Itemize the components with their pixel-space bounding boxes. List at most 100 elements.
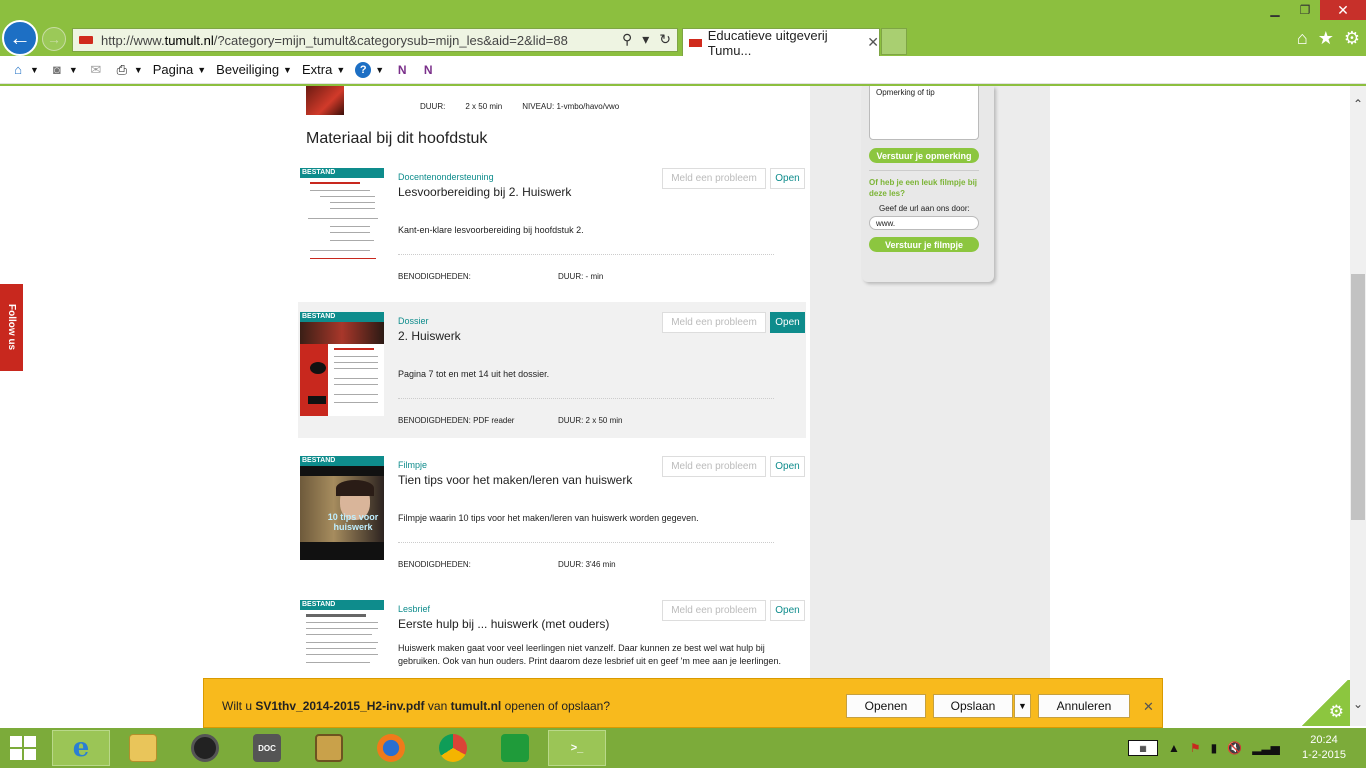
item-type: Filmpje xyxy=(398,460,428,470)
file-explorer-icon xyxy=(129,734,157,762)
material-item: BESTAND Lesbrief Eerste hulp bij ... hui… xyxy=(298,590,806,678)
browser-tab-active[interactable]: Educatieve uitgeverij Tumu... ✕ xyxy=(682,28,880,58)
taskbar-doc-app[interactable]: DOC xyxy=(238,730,296,766)
report-problem-button[interactable]: Meld een probleem xyxy=(662,600,766,621)
action-center-flag-icon[interactable]: ⚑ xyxy=(1190,741,1201,755)
item-title[interactable]: Eerste hulp bij ... huiswerk (met ouders… xyxy=(398,617,609,631)
item-description: Pagina 7 tot en met 14 uit het dossier. xyxy=(398,369,550,379)
previous-item-duration: 2 x 50 min xyxy=(465,102,503,111)
bestand-badge: BESTAND xyxy=(300,600,384,610)
help-command[interactable]: ? ▼ xyxy=(355,61,384,78)
dropdown-icon[interactable]: ▾ xyxy=(642,31,649,48)
back-button[interactable]: ← xyxy=(2,20,38,56)
address-row: ← → http://www. tumult.nl/?category=mijn_… xyxy=(0,0,1366,58)
security-menu[interactable]: Beveiliging ▼ xyxy=(216,62,292,77)
keyboard-icon[interactable]: ▦ xyxy=(1128,740,1158,756)
page-menu[interactable]: Pagina ▼ xyxy=(153,62,206,77)
search-icon[interactable]: ⚲ xyxy=(622,31,632,48)
item-thumbnail[interactable]: BESTAND xyxy=(300,168,384,272)
vertical-scrollbar[interactable]: ⌃ ⌄ xyxy=(1350,86,1366,726)
onenote-linked-command[interactable]: N xyxy=(420,62,436,78)
item-title[interactable]: Lesvoorbereiding bij 2. Huiswerk xyxy=(398,185,571,199)
feeds-command[interactable]: ◙ ▼ xyxy=(49,62,78,78)
item-type: Dossier xyxy=(398,316,429,326)
close-window-button[interactable]: ✕ xyxy=(1320,0,1366,20)
taskbar-media-app[interactable] xyxy=(300,730,358,766)
address-bar[interactable]: http://www. tumult.nl/?category=mijn_tumu… xyxy=(72,28,678,52)
item-title[interactable]: Tien tips voor het maken/leren van huisw… xyxy=(398,473,632,487)
battery-icon[interactable]: ▮ xyxy=(1211,741,1218,755)
onenote-icon: N xyxy=(397,62,407,77)
download-notification-bar: Wilt u SV1thv_2014-2015_H2-inv.pdf van t… xyxy=(203,678,1163,728)
item-description: Filmpje waarin 10 tips voor het maken/le… xyxy=(398,513,699,523)
item-duration: DUUR: 2 x 50 min xyxy=(558,416,623,425)
report-problem-button[interactable]: Meld een probleem xyxy=(662,456,766,477)
close-notification-icon[interactable]: ✕ xyxy=(1143,699,1154,715)
video-url-input[interactable]: www. xyxy=(869,216,979,230)
item-description: Kant-en-klare lesvoorbereiding bij hoofd… xyxy=(398,225,584,235)
dossier-preview xyxy=(300,322,384,416)
extra-menu[interactable]: Extra ▼ xyxy=(302,62,345,77)
terminal-icon: >_ xyxy=(570,742,584,754)
item-title[interactable]: 2. Huiswerk xyxy=(398,329,461,343)
taskbar-store[interactable] xyxy=(486,730,544,766)
item-requirements: BENODIGDHEDEN: PDF reader xyxy=(398,416,515,425)
back-arrow-icon: ← xyxy=(9,25,31,50)
print-icon: ⎙ xyxy=(116,61,128,77)
save-options-arrow-icon[interactable]: ▼ xyxy=(1014,694,1031,718)
open-button[interactable]: Open xyxy=(770,600,805,621)
taskbar-explorer[interactable] xyxy=(114,730,172,766)
download-cancel-button[interactable]: Annuleren xyxy=(1038,694,1130,718)
item-thumbnail[interactable]: BESTAND 10 tips voor huiswerk xyxy=(300,456,384,560)
settings-gear-icon[interactable]: ⚙ xyxy=(1344,28,1360,49)
home-command[interactable]: ⌂ ▼ xyxy=(10,62,39,78)
start-button[interactable] xyxy=(10,736,38,760)
system-clock[interactable]: 20:24 1-2-2015 xyxy=(1296,733,1352,763)
forward-button[interactable]: → xyxy=(42,27,66,51)
home-icon[interactable]: ⌂ xyxy=(1297,28,1308,49)
download-open-button[interactable]: Openen xyxy=(846,694,926,718)
tab-close-icon[interactable]: ✕ xyxy=(867,34,879,51)
taskbar-chrome[interactable] xyxy=(424,730,482,766)
download-save-button[interactable]: Opslaan xyxy=(933,694,1013,718)
store-icon xyxy=(501,734,529,762)
report-problem-button[interactable]: Meld een probleem xyxy=(662,168,766,189)
taskbar-ie[interactable]: e xyxy=(52,730,110,766)
help-icon: ? xyxy=(355,61,372,78)
settings-corner[interactable]: ⚙ xyxy=(1300,680,1350,726)
minimize-button[interactable]: ▁ xyxy=(1260,0,1290,20)
network-signal-icon[interactable]: ▂▃▅ xyxy=(1252,741,1280,755)
open-button[interactable]: Open xyxy=(770,168,805,189)
favorites-star-icon[interactable]: ★ xyxy=(1318,28,1334,49)
scroll-thumb[interactable] xyxy=(1351,274,1365,520)
send-video-button[interactable]: Verstuur je filmpje xyxy=(869,237,979,252)
taskbar-terminal[interactable]: >_ xyxy=(548,730,606,766)
lesbrief-preview xyxy=(300,610,384,678)
item-thumbnail[interactable]: BESTAND xyxy=(300,600,384,678)
volume-muted-icon[interactable]: 🔇 xyxy=(1227,741,1242,755)
remark-textarea[interactable]: Opmerking of tip xyxy=(869,86,979,140)
taskbar-speaker-app[interactable] xyxy=(176,730,234,766)
video-question: Of heb je een leuk filmpje bij deze les? xyxy=(869,178,978,198)
download-source: tumult.nl xyxy=(450,699,502,713)
new-tab-button[interactable] xyxy=(881,28,907,55)
system-tray: ▦ ▲ ⚑ ▮ 🔇 ▂▃▅ xyxy=(1128,728,1280,768)
taskbar-firefox[interactable] xyxy=(362,730,420,766)
item-thumbnail[interactable]: BESTAND xyxy=(300,312,384,416)
follow-us-tab[interactable]: Follow us xyxy=(0,284,23,371)
firefox-icon xyxy=(377,734,405,762)
report-problem-button[interactable]: Meld een probleem xyxy=(662,312,766,333)
item-type: Docentenondersteuning xyxy=(398,172,494,182)
speaker-app-icon xyxy=(191,734,219,762)
scroll-up-icon[interactable]: ⌃ xyxy=(1350,96,1366,112)
restore-button[interactable]: ❐ xyxy=(1290,0,1320,20)
mail-command[interactable]: ✉ xyxy=(88,62,104,78)
send-remark-button[interactable]: Verstuur je opmerking xyxy=(869,148,979,163)
show-hidden-icons-icon[interactable]: ▲ xyxy=(1168,741,1180,755)
open-button[interactable]: Open xyxy=(770,312,805,333)
scroll-down-icon[interactable]: ⌄ xyxy=(1350,696,1366,712)
onenote-command[interactable]: N xyxy=(394,62,410,78)
refresh-icon[interactable]: ↻ xyxy=(659,31,671,48)
print-command[interactable]: ⎙ ▼ xyxy=(114,62,143,78)
open-button[interactable]: Open xyxy=(770,456,805,477)
